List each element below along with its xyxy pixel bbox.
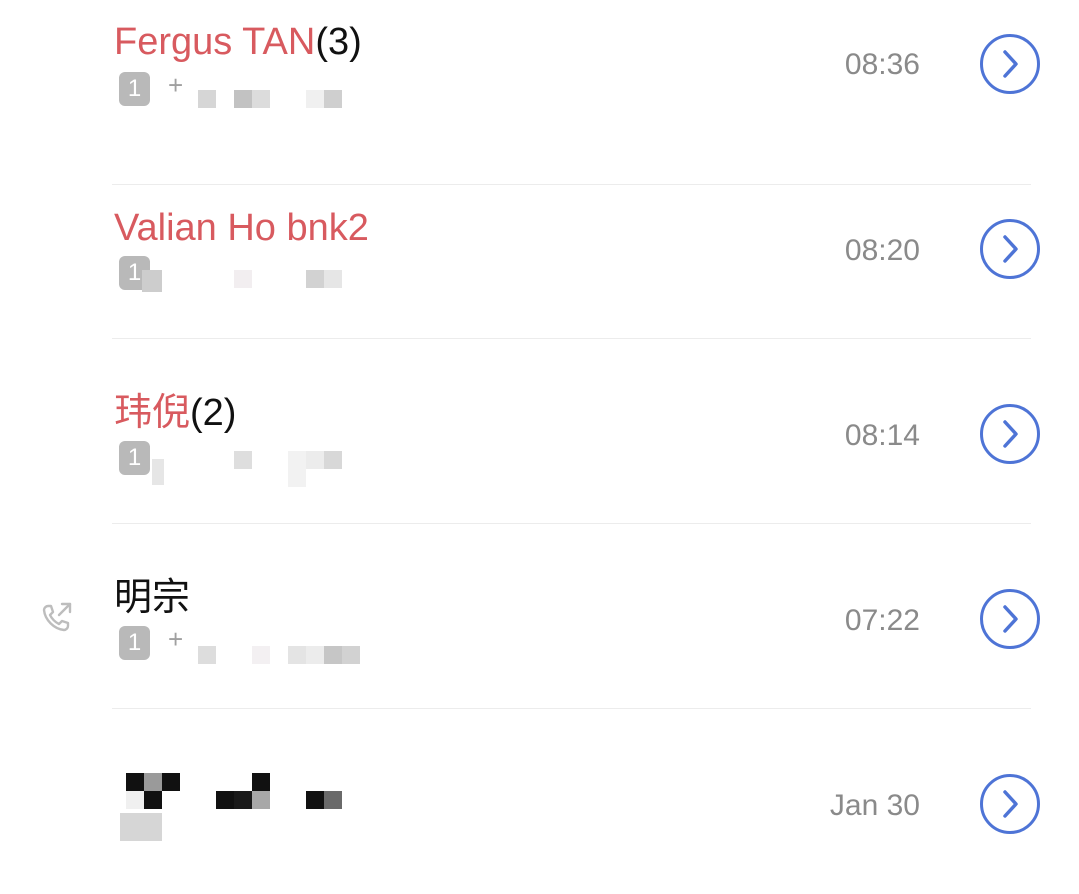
sim-badge: 1 bbox=[119, 626, 150, 660]
contact-name-redacted bbox=[118, 773, 358, 853]
call-log-row[interactable]: 明宗 1 + 07:22 bbox=[0, 524, 1079, 709]
phone-number-redacted bbox=[142, 256, 364, 292]
chevron-right-icon bbox=[1003, 420, 1018, 448]
call-count: (3) bbox=[315, 21, 362, 63]
call-time: 08:20 bbox=[844, 234, 920, 267]
number-prefix: + bbox=[168, 624, 184, 654]
call-time: 08:14 bbox=[844, 419, 920, 452]
call-details-button[interactable] bbox=[980, 219, 1040, 279]
contact-name-line: Valian Ho bnk2 bbox=[114, 206, 369, 250]
call-details-button[interactable] bbox=[980, 774, 1040, 834]
call-time: 07:22 bbox=[844, 604, 920, 637]
sim-badge: 1 bbox=[119, 441, 150, 475]
contact-name: Valian Ho bnk2 bbox=[114, 207, 369, 249]
call-details-button[interactable] bbox=[980, 404, 1040, 464]
call-log-row[interactable]: Jan 30 bbox=[0, 709, 1079, 894]
chevron-right-icon bbox=[1003, 235, 1018, 263]
number-prefix: + bbox=[168, 70, 184, 100]
contact-name: 明宗 bbox=[114, 577, 191, 619]
call-log-list: Fergus TAN(3) 1 + 08:36 Valian Ho bnk2 1 bbox=[0, 0, 1079, 885]
phone-number-redacted bbox=[152, 441, 364, 487]
call-log-row[interactable]: Valian Ho bnk2 1 08:20 bbox=[0, 154, 1079, 339]
call-details-button[interactable] bbox=[980, 34, 1040, 94]
contact-name-line: Fergus TAN(3) bbox=[114, 20, 362, 64]
contact-name: Fergus TAN bbox=[114, 21, 316, 63]
chevron-right-icon bbox=[1003, 50, 1018, 78]
outgoing-call-icon bbox=[42, 602, 72, 632]
chevron-right-icon bbox=[1003, 790, 1018, 818]
sim-badge: 1 bbox=[119, 72, 150, 106]
contact-name: 玮倪 bbox=[114, 392, 191, 434]
chevron-right-icon bbox=[1003, 605, 1018, 633]
contact-name-line: 玮倪(2) bbox=[114, 391, 236, 435]
phone-number-redacted: + bbox=[164, 70, 364, 108]
phone-number-redacted: + bbox=[164, 624, 364, 664]
call-details-button[interactable] bbox=[980, 589, 1040, 649]
call-time: 08:36 bbox=[844, 48, 920, 81]
call-time: Jan 30 bbox=[829, 789, 920, 822]
call-log-row[interactable]: 玮倪(2) 1 08:14 bbox=[0, 339, 1079, 524]
contact-name-line: 明宗 bbox=[114, 576, 190, 620]
call-count: (2) bbox=[190, 392, 237, 434]
